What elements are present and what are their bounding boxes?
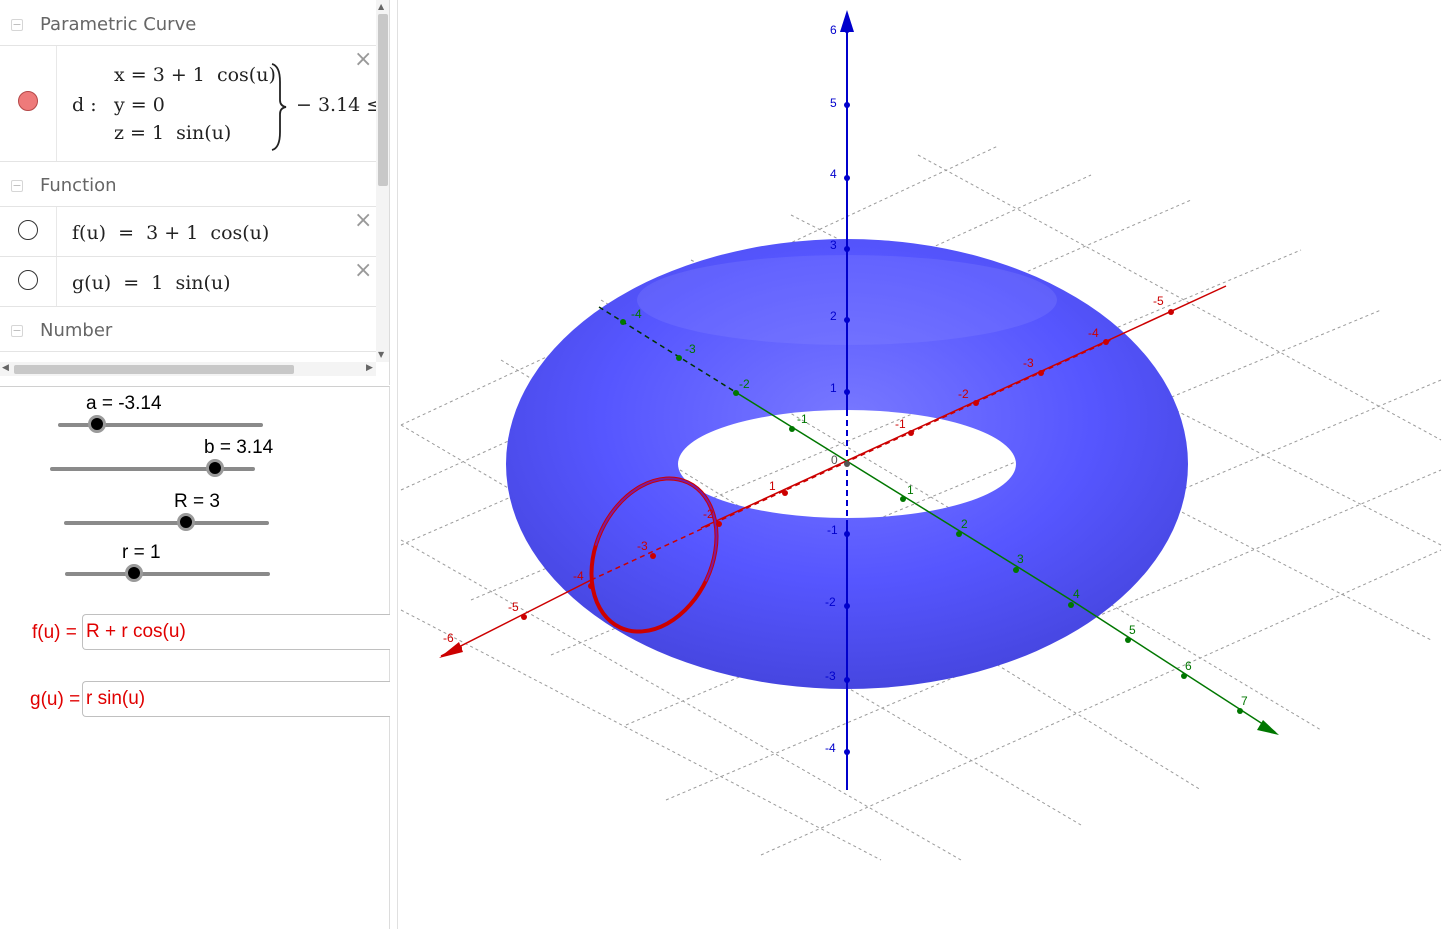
slider-b-knob[interactable] <box>206 459 224 477</box>
slider-R-knob[interactable] <box>177 513 195 531</box>
visibility-toggle[interactable] <box>18 220 38 240</box>
x-tick-label: -1 <box>895 417 906 431</box>
x-tick-label: -5 <box>508 600 519 614</box>
input-f-field[interactable]: R + r cos(u) <box>82 614 390 650</box>
z-tick-label: 2 <box>830 309 837 323</box>
curve-x-equation: x = 3 + 1 cos(u) <box>114 64 276 86</box>
y-tick-label: -2 <box>739 377 750 391</box>
function-g-definition: g(u) = 1 sin(u) <box>72 272 231 294</box>
function-f-definition: f(u) = 3 + 1 cos(u) <box>72 222 270 244</box>
visibility-marker-cell <box>0 46 57 161</box>
category-label: Number <box>40 320 113 341</box>
input-g-field[interactable]: r sin(u) <box>82 681 390 717</box>
collapse-toggle[interactable]: − <box>11 19 23 31</box>
curve-name: d : <box>72 94 97 116</box>
slider-R-label: R = 3 <box>174 491 220 512</box>
x-tick-label: -6 <box>443 631 454 645</box>
scroll-right-arrow-icon[interactable]: ▶ <box>366 363 373 373</box>
horizontal-scrollbar-thumb[interactable] <box>14 365 294 374</box>
x-tick-label: -3 <box>637 539 648 553</box>
visibility-marker-cell <box>0 207 57 256</box>
y-tick-label: -1 <box>797 412 808 426</box>
vertical-scrollbar-thumb[interactable] <box>378 14 388 186</box>
slider-R-track[interactable] <box>64 521 269 525</box>
visibility-marker-cell <box>0 257 57 306</box>
y-tick-label: 6 <box>1185 659 1192 673</box>
z-tick-label: -1 <box>827 523 838 537</box>
category-number[interactable]: − Number <box>0 308 376 352</box>
visibility-toggle[interactable] <box>18 270 38 290</box>
z-tick-label: 1 <box>830 381 837 395</box>
input-g-label: g(u) = <box>30 689 81 710</box>
y-tick-label: 7 <box>1241 694 1248 708</box>
y-tick-label: 1 <box>907 483 914 497</box>
close-icon[interactable]: × <box>354 49 372 71</box>
category-label: Parametric Curve <box>40 14 197 35</box>
z-tick-label: 3 <box>830 238 837 252</box>
algebra-view: − Parametric Curve d : x = 3 + 1 cos(u) … <box>0 0 390 385</box>
x-tick-label: -5 <box>1153 294 1164 308</box>
curve-range: − 3.14 ≤ <box>296 94 383 116</box>
y-tick-label: 4 <box>1073 587 1080 601</box>
slider-r-knob[interactable] <box>125 564 143 582</box>
graphics-view-3d[interactable]: 6 5 4 3 2 1 -1 -2 -3 -4 -6 -5 -4 -3 -2 1… <box>397 0 1443 929</box>
x-tick-label: -4 <box>1088 326 1099 340</box>
collapse-toggle[interactable]: − <box>11 180 23 192</box>
slider-b-label: b = 3.14 <box>204 437 274 458</box>
input-g-value: r sin(u) <box>86 688 146 709</box>
brace-icon <box>271 63 287 151</box>
origin-label: 0 <box>831 453 838 467</box>
z-tick-label: 6 <box>830 23 837 37</box>
algebra-row-function-g[interactable]: g(u) = 1 sin(u) × <box>0 257 376 307</box>
y-tick-label: -4 <box>631 307 642 321</box>
scroll-up-arrow-icon[interactable]: ▲ <box>378 2 384 11</box>
graphics-view-2d: a = -3.14 b = 3.14 R = 3 r = 1 f(u) = R … <box>0 386 390 929</box>
collapse-toggle[interactable]: − <box>11 325 23 337</box>
x-tick-label: 1 <box>769 479 776 493</box>
close-icon[interactable]: × <box>354 210 372 232</box>
curve-y-equation: y = 0 <box>114 94 165 116</box>
curve-z-equation: z = 1 sin(u) <box>114 122 232 144</box>
input-f-label: f(u) = <box>32 622 77 643</box>
slider-r-track[interactable] <box>65 572 270 576</box>
z-tick-label: 5 <box>830 96 837 110</box>
algebra-row-curve-d[interactable]: d : x = 3 + 1 cos(u) y = 0 z = 1 sin(u) … <box>0 46 382 162</box>
y-tick-label: 5 <box>1129 623 1136 637</box>
visibility-toggle[interactable] <box>18 91 38 111</box>
z-tick-label: -3 <box>825 669 836 683</box>
slider-a-label: a = -3.14 <box>86 393 162 414</box>
y-tick-label: 3 <box>1017 552 1024 566</box>
category-parametric-curve[interactable]: − Parametric Curve <box>0 2 376 46</box>
slider-a-knob[interactable] <box>88 415 106 433</box>
x-tick-label: -3 <box>1023 356 1034 370</box>
3d-canvas[interactable]: 6 5 4 3 2 1 -1 -2 -3 -4 -6 -5 -4 -3 -2 1… <box>398 0 1443 929</box>
geogebra-app: − Parametric Curve d : x = 3 + 1 cos(u) … <box>0 0 1443 929</box>
y-tick-label: -3 <box>685 342 696 356</box>
category-label: Function <box>40 175 117 196</box>
algebra-row-function-f[interactable]: f(u) = 3 + 1 cos(u) × <box>0 207 376 257</box>
z-tick-label: -4 <box>825 741 836 755</box>
category-function[interactable]: − Function <box>0 163 376 207</box>
slider-b-track[interactable] <box>50 467 255 471</box>
x-tick-label: -2 <box>703 507 714 521</box>
z-tick-label: 4 <box>830 167 837 181</box>
slider-r-label: r = 1 <box>122 542 161 563</box>
scroll-left-arrow-icon[interactable]: ◀ <box>2 363 9 373</box>
x-tick-label: -4 <box>573 569 584 583</box>
input-f-value: R + r cos(u) <box>86 621 186 642</box>
x-tick-label: -2 <box>958 387 969 401</box>
close-icon[interactable]: × <box>354 260 372 282</box>
y-tick-label: 2 <box>961 517 968 531</box>
z-tick-label: -2 <box>825 595 836 609</box>
scroll-down-arrow-icon[interactable]: ▼ <box>378 350 384 359</box>
